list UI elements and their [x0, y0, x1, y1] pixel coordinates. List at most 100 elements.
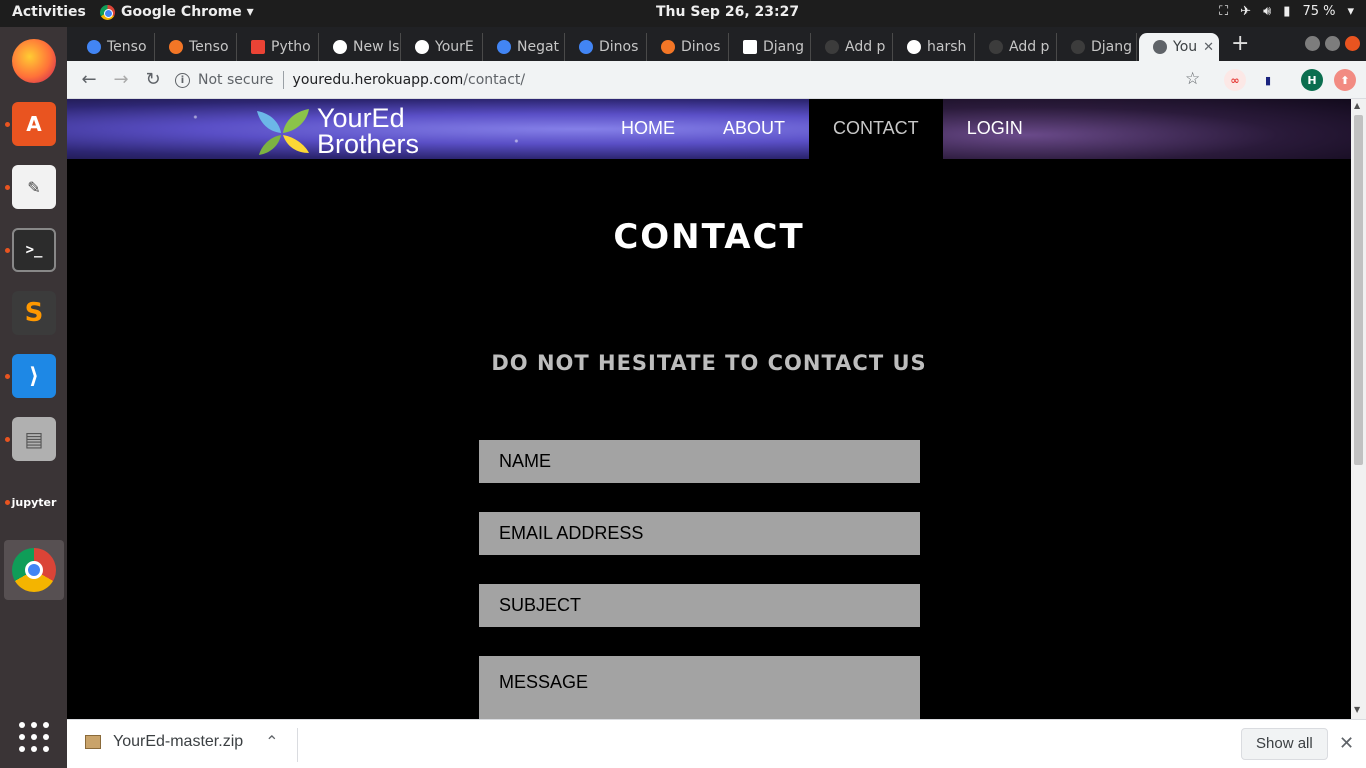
github-icon: [415, 40, 429, 54]
profile-avatar[interactable]: H: [1301, 69, 1323, 91]
github-icon: [907, 40, 921, 54]
dock-item-sublime[interactable]: S: [4, 283, 64, 343]
name-field[interactable]: [479, 440, 920, 483]
chevron-up-icon[interactable]: ⌃: [265, 732, 278, 752]
browser-tab[interactable]: Add p: [811, 33, 893, 61]
bookmark-star-icon[interactable]: ☆: [1185, 69, 1200, 89]
main-nav: HOME ABOUT CONTACT LOGIN: [597, 99, 1047, 159]
browser-tab-active[interactable]: You ✕: [1139, 33, 1219, 61]
tab-label: You: [1173, 39, 1198, 55]
extension-icon[interactable]: ▮: [1257, 69, 1279, 91]
network-icon: ⛶: [1219, 4, 1229, 19]
tab-favicon-icon: [1071, 40, 1085, 54]
browser-tab[interactable]: Negat: [483, 33, 565, 61]
site-logo[interactable]: YourEd Brothers: [255, 103, 420, 159]
tab-label: Dinos: [599, 39, 639, 55]
extension-icon[interactable]: ∞: [1224, 69, 1246, 91]
show-applications-button[interactable]: [4, 707, 64, 767]
tab-label: Add p: [845, 39, 886, 55]
url-host: youredu.herokuapp.com: [292, 72, 464, 88]
security-label: Not secure: [198, 72, 274, 88]
firefox-icon: [12, 39, 56, 83]
tab-favicon-icon: [825, 40, 839, 54]
browser-tab[interactable]: Dinos: [647, 33, 729, 61]
tab-favicon-icon: [497, 40, 511, 54]
close-window-button[interactable]: [1345, 36, 1360, 51]
dock-item-text-editor[interactable]: ✎: [4, 157, 64, 217]
scroll-up-icon[interactable]: ▲: [1354, 101, 1360, 110]
site-header: YourEd Brothers HOME ABOUT CONTACT LOGIN: [67, 99, 1351, 159]
browser-tab[interactable]: harsh: [893, 33, 975, 61]
browser-tab[interactable]: Dinos: [565, 33, 647, 61]
scroll-down-icon[interactable]: ▼: [1354, 705, 1360, 714]
browser-toolbar: ← → ↻ i Not secure youredu.herokuapp.com…: [67, 61, 1366, 99]
tab-label: Tenso: [189, 39, 229, 55]
browser-tab[interactable]: Tenso: [155, 33, 237, 61]
tab-label: Djang: [763, 39, 805, 55]
address-bar[interactable]: i Not secure youredu.herokuapp.com/conta…: [175, 65, 1195, 95]
info-icon[interactable]: i: [175, 72, 190, 88]
close-icon[interactable]: ✕: [1339, 733, 1354, 754]
download-shelf: YourEd-master.zip ⌃ Show all ✕: [67, 719, 1366, 768]
dock-item-vscode[interactable]: ⟩: [4, 346, 64, 406]
maximize-button[interactable]: [1325, 36, 1340, 51]
browser-tab[interactable]: Add p: [975, 33, 1057, 61]
clock[interactable]: Thu Sep 26, 23:27: [656, 4, 799, 20]
nav-login[interactable]: LOGIN: [943, 99, 1047, 159]
github-icon: [333, 40, 347, 54]
tab-favicon-icon: [661, 40, 675, 54]
tab-label: Negat: [517, 39, 560, 55]
terminal-icon: >_: [12, 228, 56, 272]
tab-label: New Is: [353, 39, 400, 55]
dock-item-jupyter[interactable]: jupyter: [4, 472, 64, 532]
software-center-icon: A: [12, 102, 56, 146]
browser-tab[interactable]: Pytho: [237, 33, 319, 61]
browser-tab[interactable]: Tenso: [73, 33, 155, 61]
browser-tab[interactable]: YourE: [401, 33, 483, 61]
airplane-icon: ✈: [1240, 4, 1252, 19]
tab-strip: Tenso Tenso Pytho New Is YourE Negat Din…: [67, 27, 1366, 61]
page-scrollbar[interactable]: ▲ ▼: [1351, 99, 1366, 719]
nav-contact[interactable]: CONTACT: [809, 99, 943, 159]
app-grid-icon: [19, 722, 49, 752]
logo-line2: Brothers: [317, 129, 420, 159]
close-icon[interactable]: ✕: [1203, 40, 1214, 55]
system-top-bar: Activities Google Chrome ▾ Thu Sep 26, 2…: [0, 0, 1366, 27]
reload-button[interactable]: ↻: [141, 69, 165, 90]
nav-about[interactable]: ABOUT: [699, 99, 809, 159]
email-field[interactable]: [479, 512, 920, 555]
nav-home[interactable]: HOME: [597, 99, 699, 159]
download-filename: YourEd-master.zip: [113, 733, 244, 750]
dock-item-files[interactable]: ▤: [4, 409, 64, 469]
message-field[interactable]: [479, 656, 920, 719]
back-button[interactable]: ←: [77, 69, 101, 90]
browser-tab[interactable]: Djang: [729, 33, 811, 61]
forward-button[interactable]: →: [109, 69, 133, 90]
scrollbar-thumb[interactable]: [1354, 115, 1363, 465]
show-all-button[interactable]: Show all: [1241, 728, 1328, 760]
dock-item-terminal[interactable]: >_: [4, 220, 64, 280]
tab-label: Add p: [1009, 39, 1050, 55]
text-editor-icon: ✎: [12, 165, 56, 209]
tab-favicon-icon: [579, 40, 593, 54]
system-tray[interactable]: ⛶ ✈ 🔊︎ ▮ 75 % ▾: [1219, 4, 1354, 19]
new-tab-button[interactable]: +: [1231, 33, 1249, 55]
sublime-text-icon: S: [12, 291, 56, 335]
browser-tab[interactable]: New Is: [319, 33, 401, 61]
page-title: CONTACT: [613, 217, 805, 257]
activities-button[interactable]: Activities: [12, 4, 86, 20]
app-menu[interactable]: Google Chrome ▾: [100, 4, 254, 20]
logo-line1: YourEd: [317, 103, 405, 133]
globe-icon: [1153, 40, 1167, 54]
minimize-button[interactable]: [1305, 36, 1320, 51]
browser-tab[interactable]: Djang: [1057, 33, 1137, 61]
download-item[interactable]: YourEd-master.zip ⌃: [85, 732, 279, 752]
dock-item-software[interactable]: A: [4, 94, 64, 154]
battery-level: 75 %: [1302, 4, 1336, 19]
dock-item-chrome[interactable]: [4, 540, 64, 600]
dock-item-firefox[interactable]: [4, 31, 64, 91]
update-icon[interactable]: ⬆: [1334, 69, 1356, 91]
archive-icon: [85, 735, 101, 749]
subject-field[interactable]: [479, 584, 920, 627]
leaf-logo-icon: [257, 109, 309, 155]
